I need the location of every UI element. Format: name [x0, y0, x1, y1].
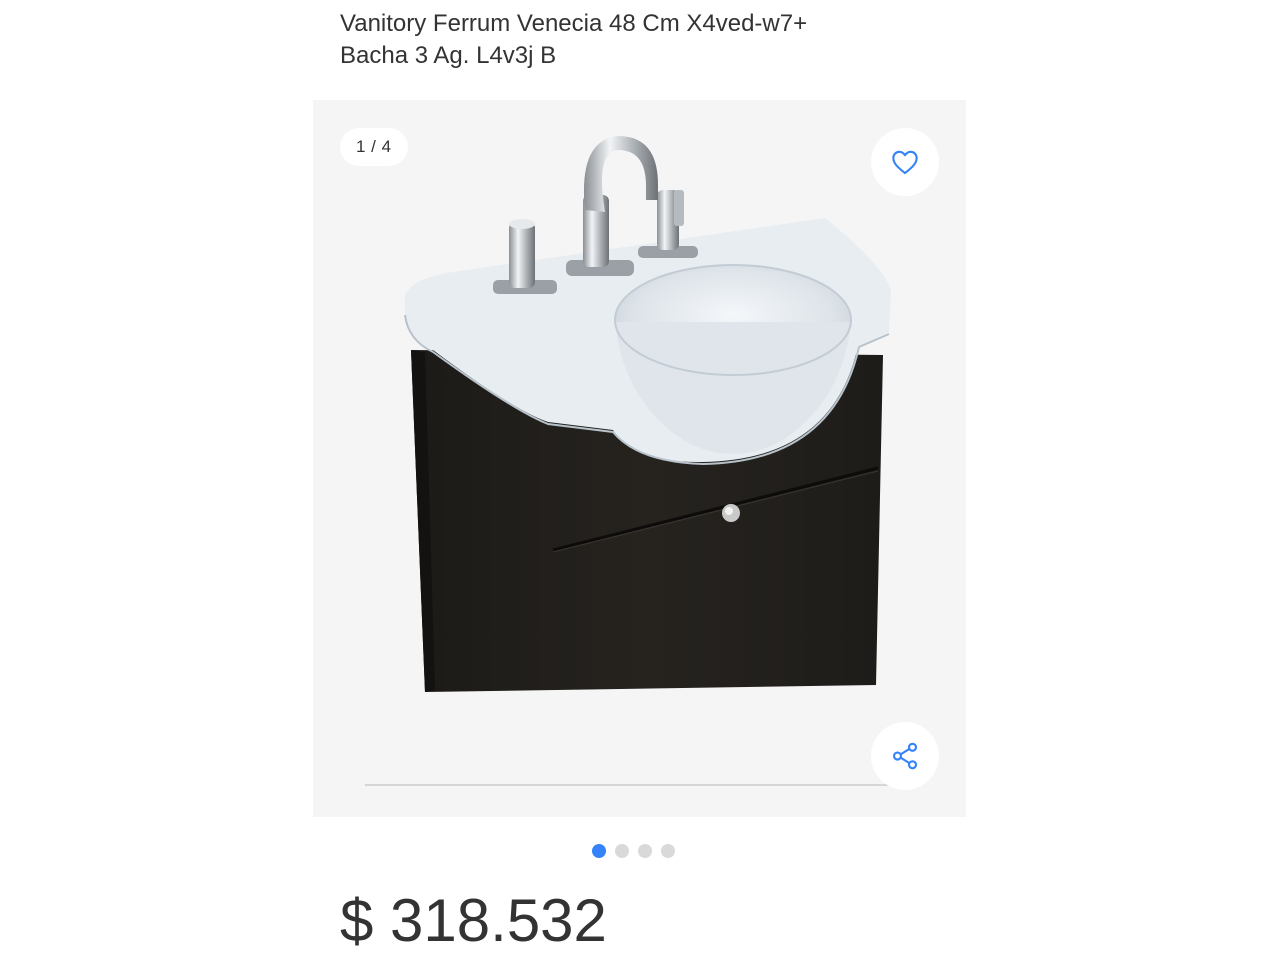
favorite-button[interactable]: [871, 128, 939, 196]
product-title-line-1: Vanitory Ferrum Venecia 48 Cm X4ved-w7+: [340, 10, 808, 37]
heart-icon: [892, 150, 918, 175]
product-title: Vanitory Ferrum Venecia 48 Cm X4ved-w7+ …: [340, 8, 940, 72]
product-price: $ 318.532: [340, 887, 607, 954]
share-button[interactable]: [871, 722, 939, 790]
product-image[interactable]: [313, 100, 966, 817]
product-page: Vanitory Ferrum Venecia 48 Cm X4ved-w7+ …: [0, 0, 1280, 960]
pagination-dot-3[interactable]: [638, 844, 652, 858]
share-icon: [892, 742, 918, 770]
product-title-line-2: Bacha 3 Ag. L4v3j B: [340, 42, 557, 69]
pagination-dot-1[interactable]: [592, 844, 606, 858]
product-image-gallery[interactable]: 1 / 4: [313, 100, 966, 817]
pagination-dot-4[interactable]: [661, 844, 675, 858]
pagination-dot-2[interactable]: [615, 844, 629, 858]
gallery-pagination: [592, 844, 675, 858]
image-counter: 1 / 4: [340, 128, 408, 166]
